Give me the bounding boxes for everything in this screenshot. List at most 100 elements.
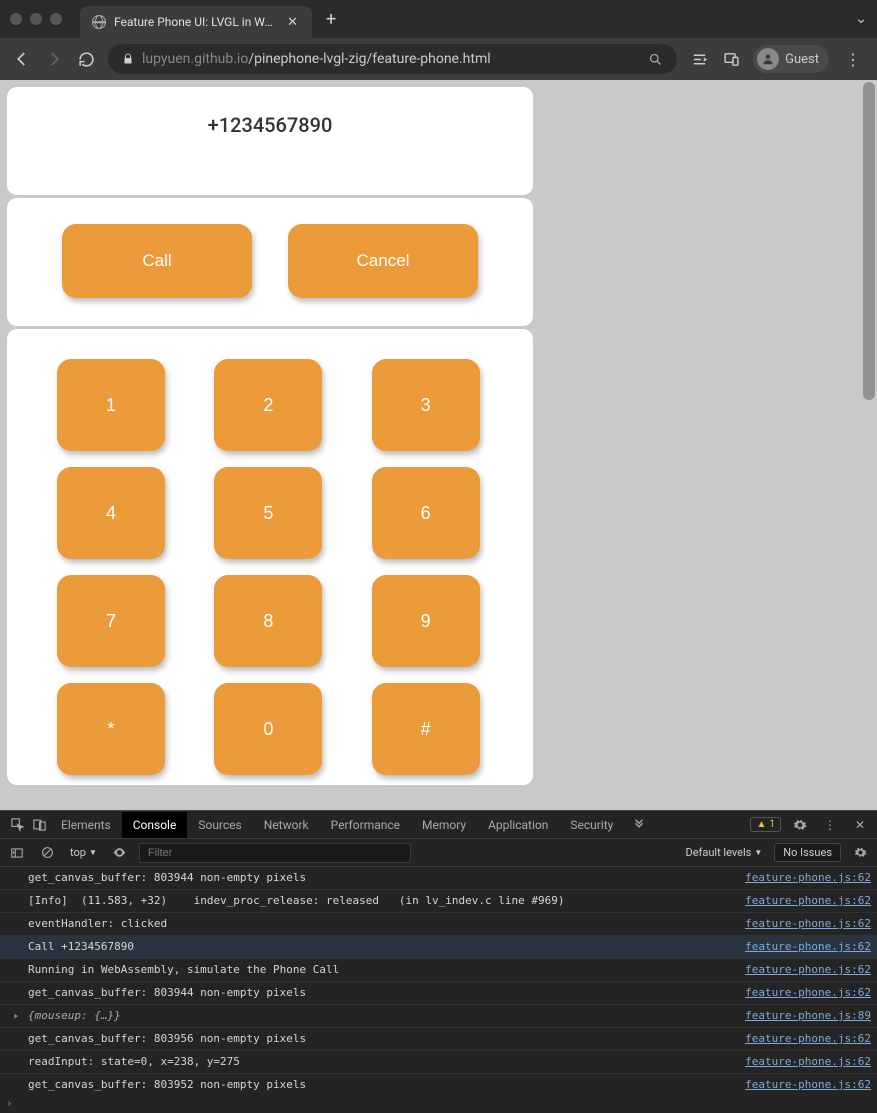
log-source-link[interactable]: feature-phone.js:62 (733, 1076, 871, 1094)
devices-icon[interactable] (721, 49, 741, 69)
log-source-link[interactable]: feature-phone.js:62 (733, 869, 871, 887)
console-settings-icon[interactable] (849, 842, 871, 864)
key-6[interactable]: 6 (372, 467, 480, 559)
log-row: [Info] (11.583, +32) indev_proc_release:… (0, 890, 877, 913)
key-5[interactable]: 5 (214, 467, 322, 559)
devtools-menu-icon[interactable]: ⋮ (819, 814, 841, 836)
profile-button[interactable]: Guest (753, 45, 829, 73)
device-toolbar-icon[interactable] (28, 814, 50, 836)
forward-button[interactable] (44, 49, 64, 69)
log-source-link[interactable]: feature-phone.js:62 (733, 984, 871, 1002)
log-source-link[interactable]: feature-phone.js:62 (733, 961, 871, 979)
key-#[interactable]: # (372, 683, 480, 775)
log-message: get_canvas_buffer: 803956 non-empty pixe… (28, 1030, 733, 1048)
devtools-tab-elements[interactable]: Elements (50, 812, 122, 838)
call-button[interactable]: Call (62, 224, 252, 298)
browser-menu-button[interactable]: ⋮ (841, 46, 865, 73)
log-source-link[interactable]: feature-phone.js:62 (733, 938, 871, 956)
log-message: get_canvas_buffer: 803944 non-empty pixe… (28, 869, 733, 887)
avatar-icon (757, 48, 779, 70)
page-viewport: +1234567890 Call Cancel 123 456 789 * 0 # (0, 80, 877, 810)
clear-console-icon[interactable] (36, 842, 58, 864)
log-source-link[interactable]: feature-phone.js:62 (733, 915, 871, 933)
inspect-element-icon[interactable] (6, 814, 28, 836)
log-row: Call +1234567890feature-phone.js:62 (0, 936, 877, 959)
dialed-number-text: +1234567890 (208, 113, 333, 137)
minimize-window-icon[interactable] (30, 13, 42, 25)
browser-chrome: Feature Phone UI: LVGL in Web ✕ + ⌄ lupy… (0, 0, 877, 80)
tabs-overflow-icon[interactable]: ⌄ (855, 11, 867, 27)
globe-icon (92, 15, 106, 29)
log-row: get_canvas_buffer: 803944 non-empty pixe… (0, 982, 877, 1005)
close-tab-icon[interactable]: ✕ (285, 15, 300, 30)
key-3[interactable]: 3 (372, 359, 480, 451)
window-titlebar: Feature Phone UI: LVGL in Web ✕ + ⌄ (0, 0, 877, 38)
dialed-number-display: +1234567890 (7, 87, 533, 195)
cancel-button[interactable]: Cancel (288, 224, 478, 298)
log-row: Running in WebAssembly, simulate the Pho… (0, 959, 877, 982)
devtools-tab-memory[interactable]: Memory (411, 812, 477, 838)
key-1[interactable]: 1 (57, 359, 165, 451)
devtools-tab-console[interactable]: Console (122, 812, 188, 838)
log-message: eventHandler: clicked (28, 915, 733, 933)
devtools-tab-application[interactable]: Application (477, 812, 559, 838)
log-source-link[interactable]: feature-phone.js:62 (733, 892, 871, 910)
log-row: get_canvas_buffer: 803956 non-empty pixe… (0, 1028, 877, 1051)
phone-app: +1234567890 Call Cancel 123 456 789 * 0 # (0, 80, 540, 810)
reload-button[interactable] (76, 49, 96, 69)
browser-tab[interactable]: Feature Phone UI: LVGL in Web ✕ (80, 6, 312, 38)
key-2[interactable]: 2 (214, 359, 322, 451)
share-icon[interactable] (689, 49, 709, 69)
issues-button[interactable]: No Issues (774, 843, 841, 862)
key-9[interactable]: 9 (372, 575, 480, 667)
log-source-link[interactable]: feature-phone.js:62 (733, 1030, 871, 1048)
devtools-panel: ElementsConsoleSourcesNetworkPerformance… (0, 810, 877, 1113)
keypad-panel: 123 456 789 * 0 # (7, 329, 533, 785)
tabs-overflow-icon[interactable] (628, 814, 650, 836)
maximize-window-icon[interactable] (50, 13, 62, 25)
tab-title: Feature Phone UI: LVGL in Web (114, 15, 277, 29)
action-panel: Call Cancel (7, 198, 533, 326)
context-dropdown[interactable]: top ▼ (66, 844, 101, 861)
console-sidebar-toggle-icon[interactable] (6, 842, 28, 864)
expand-icon[interactable]: ▸ (13, 1007, 20, 1025)
log-row: get_canvas_buffer: 803944 non-empty pixe… (0, 867, 877, 890)
log-levels-dropdown[interactable]: Default levels ▼ (682, 844, 767, 861)
log-source-link[interactable]: feature-phone.js:89 (733, 1007, 871, 1025)
new-tab-button[interactable]: + (318, 5, 344, 34)
back-button[interactable] (12, 49, 32, 69)
browser-toolbar: lupyuen.github.io/pinephone-lvgl-zig/fea… (0, 38, 877, 80)
console-log[interactable]: get_canvas_buffer: 803944 non-empty pixe… (0, 867, 877, 1094)
log-message: get_canvas_buffer: 803952 non-empty pixe… (28, 1076, 733, 1094)
log-row: ▸{mouseup: {…}}feature-phone.js:89 (0, 1005, 877, 1028)
console-prompt[interactable]: › (0, 1094, 877, 1113)
settings-icon[interactable] (789, 814, 811, 836)
key-*[interactable]: * (57, 683, 165, 775)
url-bar[interactable]: lupyuen.github.io/pinephone-lvgl-zig/fea… (108, 44, 677, 74)
devtools-tab-security[interactable]: Security (559, 812, 624, 838)
devtools-tab-network[interactable]: Network (253, 812, 320, 838)
lock-icon (122, 53, 134, 65)
log-source-link[interactable]: feature-phone.js:62 (733, 1053, 871, 1071)
key-0[interactable]: 0 (214, 683, 322, 775)
close-devtools-icon[interactable]: ✕ (849, 814, 871, 836)
warnings-badge[interactable]: ▲ 1 (750, 817, 781, 832)
console-filter-input[interactable] (139, 843, 411, 863)
tab-strip: Feature Phone UI: LVGL in Web ✕ + (80, 0, 855, 38)
key-8[interactable]: 8 (214, 575, 322, 667)
live-expression-icon[interactable] (109, 842, 131, 864)
profile-label: Guest (785, 52, 819, 67)
close-window-icon[interactable] (10, 13, 22, 25)
log-row: get_canvas_buffer: 803952 non-empty pixe… (0, 1074, 877, 1094)
log-row: eventHandler: clickedfeature-phone.js:62 (0, 913, 877, 936)
devtools-tab-sources[interactable]: Sources (187, 812, 252, 838)
console-filterbar: top ▼ Default levels ▼ No Issues (0, 839, 877, 867)
key-4[interactable]: 4 (57, 467, 165, 559)
page-scrollbar[interactable] (863, 82, 875, 400)
page-gutter (540, 80, 877, 810)
key-7[interactable]: 7 (57, 575, 165, 667)
devtools-tab-performance[interactable]: Performance (320, 812, 411, 838)
search-in-page-icon[interactable] (648, 52, 663, 67)
log-message: [Info] (11.583, +32) indev_proc_release:… (28, 892, 733, 910)
log-row: readInput: state=0, x=238, y=275feature-… (0, 1051, 877, 1074)
